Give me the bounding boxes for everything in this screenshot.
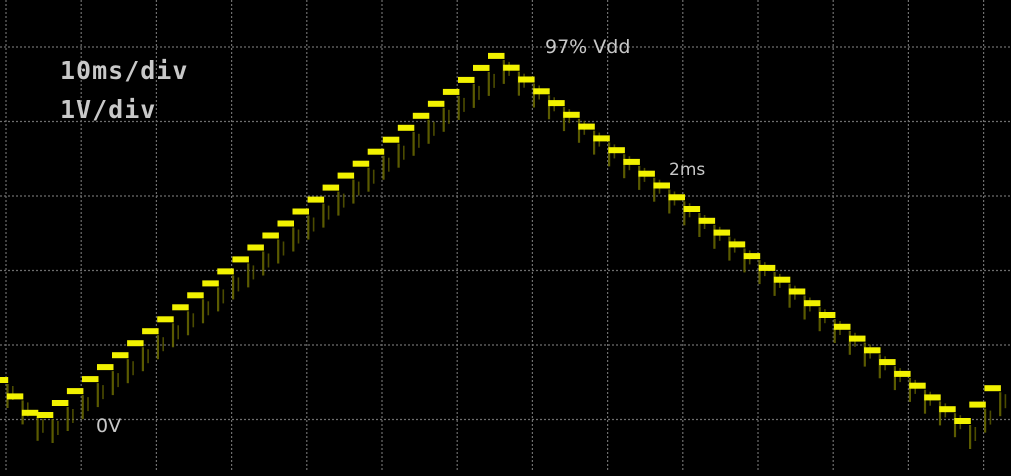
trace-step: [292, 208, 309, 215]
trace-step: [232, 256, 249, 263]
trace-step: [51, 400, 69, 406]
trace-step: [743, 253, 761, 260]
trace-step: [458, 76, 475, 83]
trace-step: [202, 280, 219, 287]
trace-step: [909, 382, 926, 389]
trace-step: [924, 394, 941, 401]
trace-step: [788, 288, 806, 295]
trace-step: [653, 182, 670, 189]
trace-step: [322, 184, 340, 191]
trace-step: [442, 88, 460, 95]
trace-step: [503, 64, 520, 71]
trace-step: [683, 206, 701, 212]
trace-step: [578, 123, 595, 130]
trace-step: [127, 340, 144, 347]
trace-step: [954, 418, 971, 424]
trace-step: [382, 136, 400, 143]
trace-step: [488, 52, 505, 59]
trace-step: [82, 376, 99, 383]
trace-step: [247, 244, 264, 251]
trace-step: [879, 359, 896, 366]
trace-step: [638, 170, 655, 177]
trace-step: [277, 220, 294, 227]
zero-volt-annotation: 0V: [96, 415, 122, 437]
trace-step: [337, 172, 355, 179]
trace-step: [593, 135, 610, 142]
trace-step: [66, 388, 84, 395]
trace-step: [262, 232, 279, 239]
trace-step: [608, 147, 625, 154]
trace-step: [172, 304, 189, 311]
trace-step: [803, 300, 821, 307]
trace-step: [773, 276, 791, 283]
timebase-label: 10ms/div: [60, 56, 189, 85]
voltscale-label: 1V/div: [60, 95, 157, 124]
trace-step: [217, 268, 234, 275]
trace-step: [563, 111, 580, 118]
trace-step: [21, 409, 39, 416]
trace-step: [307, 196, 325, 203]
trace-step: [112, 352, 129, 359]
trace-step: [412, 112, 430, 119]
trace-step: [713, 229, 731, 236]
trace-step: [984, 385, 1001, 392]
trace-step: [894, 370, 911, 377]
peak-annotation: 97% Vdd: [545, 36, 631, 58]
time-marker-annotation: 2ms: [669, 160, 706, 180]
trace-step: [864, 347, 881, 354]
trace-step: [728, 241, 746, 248]
trace-step: [849, 335, 866, 342]
trace-step: [473, 64, 490, 71]
trace-step: [97, 364, 114, 371]
trace-step: [548, 100, 565, 107]
trace-step: [668, 194, 685, 201]
trace-step: [0, 377, 9, 383]
trace-step: [142, 328, 159, 335]
trace-step: [367, 148, 385, 155]
trace-step: [352, 160, 370, 167]
trace-step: [758, 264, 776, 271]
trace-step: [518, 76, 535, 83]
trace-step: [623, 158, 640, 165]
trace-step: [157, 316, 174, 323]
trace-step: [427, 100, 445, 107]
oscilloscope-screen: 10ms/div 1V/div 97% Vdd 2ms 0V: [0, 0, 1011, 471]
trace-step: [36, 412, 54, 418]
trace-step: [397, 124, 415, 131]
trace-step: [187, 292, 204, 299]
trace-step: [698, 217, 716, 224]
trace-step: [6, 393, 24, 400]
trace-step: [818, 312, 836, 318]
trace-step: [834, 323, 851, 330]
trace-step: [969, 401, 986, 408]
trace-step: [939, 406, 956, 413]
trace-step: [533, 88, 550, 95]
